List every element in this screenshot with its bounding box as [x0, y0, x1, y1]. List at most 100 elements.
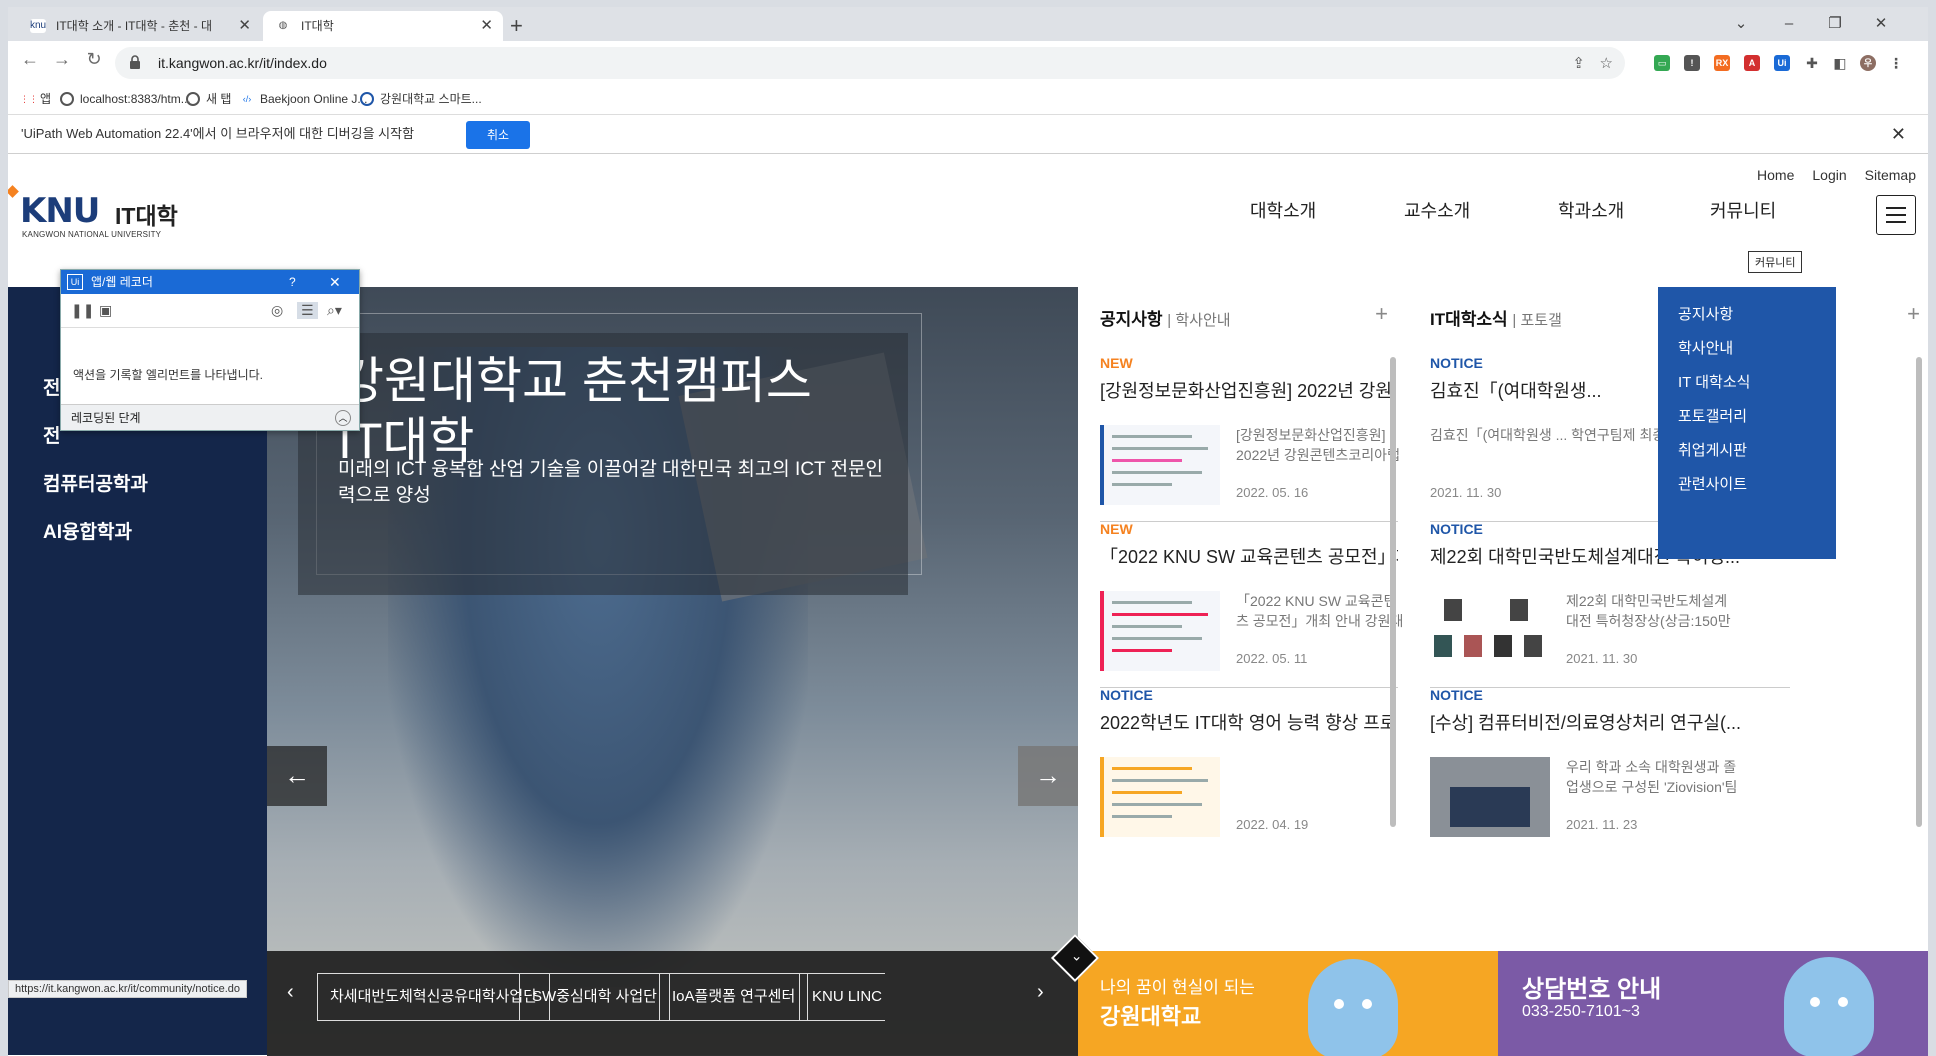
- screenshot-icon[interactable]: ⌕▾: [327, 302, 342, 319]
- tab-it-college[interactable]: ◍ IT대학 ✕: [263, 11, 503, 41]
- notice-scrollbar[interactable]: [1390, 357, 1396, 827]
- gnb-about[interactable]: 대학소개: [1250, 197, 1316, 223]
- steps-list-icon[interactable]: ☰: [297, 302, 318, 319]
- browser-window: knu IT대학 소개 - IT대학 - 춘천 - 대 ✕ ◍ IT대학 ✕ + ⌄ –…: [8, 7, 1928, 1056]
- item-title: [강원정보문화산업진흥원] 2022년 강원...: [1100, 381, 1398, 401]
- close-window-button[interactable]: ✕: [1858, 7, 1904, 41]
- side-panel-icon[interactable]: ◧: [1832, 55, 1848, 71]
- dept-item[interactable]: 전: [43, 421, 60, 448]
- hamburger-menu-icon[interactable]: [1876, 195, 1916, 235]
- dept-item-computer[interactable]: 컴퓨터공학과: [43, 469, 148, 496]
- gnb-professors[interactable]: 교수소개: [1404, 197, 1470, 223]
- close-icon[interactable]: ✕: [1891, 115, 1906, 153]
- category-badge: NOTICE: [1100, 687, 1153, 703]
- news-scrollbar[interactable]: [1916, 357, 1922, 827]
- more-plus-icon[interactable]: +: [1907, 301, 1920, 327]
- bookmark-star-icon[interactable]: ☆: [1600, 54, 1613, 72]
- tab-notice[interactable]: 공지사항: [1100, 310, 1163, 329]
- recorded-steps-header[interactable]: 레코딩된 단계 ︿: [61, 404, 359, 430]
- tab-academic[interactable]: | 학사안내: [1167, 312, 1230, 329]
- bookmarks-bar: ⋮⋮ 앱 localhost:8383/htm... 새 탭 ‹/› Baekjoo…: [8, 85, 1928, 113]
- category-badge: NEW: [1100, 355, 1133, 371]
- bookmark-kangwon[interactable]: 강원대학교 스마트...: [360, 85, 482, 113]
- code-icon: ‹/›: [242, 94, 252, 104]
- counsel-banner[interactable]: 상담번호 안내 033-250-7101~3: [1498, 951, 1928, 1056]
- gnb-departments[interactable]: 학과소개: [1558, 197, 1624, 223]
- extension-uipath-icon[interactable]: Ui: [1774, 55, 1790, 71]
- more-plus-icon[interactable]: +: [1375, 301, 1388, 327]
- bookmark-new-tab[interactable]: 새 탭: [186, 85, 231, 113]
- profile-avatar[interactable]: 우: [1860, 55, 1876, 71]
- address-bar[interactable]: it.kangwon.ac.kr/it/index.do ⇪ ☆: [115, 47, 1625, 79]
- help-button[interactable]: ?: [289, 270, 296, 294]
- collapse-icon[interactable]: ︿: [335, 410, 351, 426]
- dropdown-item-jobs[interactable]: 취업게시판: [1678, 439, 1747, 460]
- dropdown-item-news[interactable]: IT 대학소식: [1678, 371, 1750, 392]
- tab-photo[interactable]: | 포토갤: [1512, 312, 1561, 329]
- close-tab-icon[interactable]: ✕: [480, 11, 493, 41]
- bookmark-baekjoon[interactable]: ‹/› Baekjoon Online J...: [240, 85, 368, 113]
- list-item[interactable]: NOTICE 2022학년도 IT대학 영어 능력 향상 프로... 2022.…: [1100, 687, 1398, 855]
- save-icon[interactable]: ▣: [99, 302, 112, 319]
- dropdown-item-gallery[interactable]: 포토갤러리: [1678, 405, 1747, 426]
- tab-search-icon[interactable]: ⌄: [1718, 7, 1764, 41]
- reload-icon[interactable]: ↻: [80, 49, 108, 70]
- target-icon[interactable]: ◎: [271, 302, 283, 319]
- tab-it-intro[interactable]: knu IT대학 소개 - IT대학 - 춘천 - 대 ✕: [18, 11, 261, 41]
- new-tab-button[interactable]: +: [510, 11, 523, 41]
- close-tab-icon[interactable]: ✕: [238, 11, 251, 41]
- quicklink-next-icon[interactable]: ›: [1037, 981, 1044, 1004]
- uipath-icon: Ui: [67, 274, 83, 290]
- forward-icon[interactable]: →: [48, 49, 76, 70]
- share-icon[interactable]: ⇪: [1572, 54, 1585, 72]
- notice-tabs: 공지사항 | 학사안내: [1100, 305, 1231, 330]
- list-item[interactable]: NEW 「2022 KNU SW 교육콘텐츠 공모전」개... 「2022 KN…: [1100, 521, 1403, 689]
- extensions-puzzle-icon[interactable]: ✚: [1804, 55, 1820, 71]
- quicklink-sw[interactable]: SW중심대학 사업단: [519, 973, 670, 1021]
- quicklink-ioa[interactable]: IoA플랫폼 연구센터: [659, 973, 809, 1021]
- sitemap-link[interactable]: Sitemap: [1865, 167, 1916, 183]
- close-icon[interactable]: ✕: [329, 270, 341, 294]
- menu-dots-icon[interactable]: ⋮: [1888, 55, 1904, 71]
- extension-green-icon[interactable]: ▭: [1654, 55, 1670, 71]
- infobar-message: 'UiPath Web Automation 22.4'에서 이 브라우저에 대…: [21, 126, 415, 141]
- bookmark-localhost[interactable]: localhost:8383/htm...: [60, 85, 191, 113]
- login-link[interactable]: Login: [1812, 167, 1846, 183]
- site-logo[interactable]: KNU IT대학 KANGWON NATIONAL UNIVERSITY: [8, 185, 198, 245]
- quicklink-prev-icon[interactable]: ‹: [287, 981, 294, 1004]
- quicklink-linc[interactable]: KNU LINC: [799, 973, 885, 1021]
- lock-icon: [130, 55, 140, 69]
- gnb-community[interactable]: 커뮤니티: [1710, 197, 1776, 223]
- utility-links: Home Login Sitemap: [1739, 167, 1916, 183]
- bookmark-apps[interactable]: ⋮⋮ 앱: [20, 85, 51, 113]
- list-item[interactable]: NEW [강원정보문화산업진흥원] 2022년 강원... [강원정보문화산업진…: [1100, 355, 1400, 523]
- cancel-button[interactable]: 취소: [466, 121, 530, 149]
- dept-item[interactable]: 전: [43, 373, 60, 400]
- kangwon-banner[interactable]: 나의 꿈이 현실이 되는 강원대학교: [1078, 951, 1498, 1056]
- list-item[interactable]: NOTICE [수상] 컴퓨터비전/의료영상처리 연구실(... 우리 학과 소…: [1430, 687, 1790, 855]
- item-date: 2021. 11. 23: [1566, 817, 1638, 832]
- news-tabs: IT대학소식 | 포토갤: [1430, 305, 1562, 330]
- category-badge: NEW: [1100, 521, 1133, 537]
- tab-strip: knu IT대학 소개 - IT대학 - 춘천 - 대 ✕ ◍ IT대학 ✕ + ⌄ –…: [8, 7, 1928, 41]
- restore-button[interactable]: ❐: [1812, 7, 1858, 41]
- slide-prev-icon[interactable]: ←: [267, 746, 327, 806]
- url-text: it.kangwon.ac.kr/it/index.do: [158, 55, 327, 71]
- dept-item-ai[interactable]: AI융합학과: [43, 517, 132, 544]
- slide-next-icon[interactable]: →: [1018, 746, 1078, 806]
- quicklink-semiconductor[interactable]: 차세대반도체혁신공유대학사업단: [317, 973, 551, 1021]
- tab-it-news[interactable]: IT대학소식: [1430, 310, 1508, 329]
- extension-rx-icon[interactable]: RX: [1714, 55, 1730, 71]
- banner-line2: 강원대학교: [1100, 1004, 1202, 1029]
- dropdown-item-academic[interactable]: 학사안내: [1678, 337, 1733, 358]
- pause-icon[interactable]: ❚❚: [71, 302, 94, 319]
- extension-info-icon[interactable]: !: [1684, 55, 1700, 71]
- minimize-button[interactable]: –: [1766, 7, 1812, 41]
- back-icon[interactable]: ←: [16, 49, 44, 70]
- dropdown-item-links[interactable]: 관련사이트: [1678, 473, 1747, 494]
- dropdown-item-notice[interactable]: 공지사항: [1678, 303, 1733, 324]
- browser-toolbar: ← → ↻ it.kangwon.ac.kr/it/index.do ⇪ ☆ ▭…: [8, 41, 1928, 85]
- extension-pdf-icon[interactable]: A: [1744, 55, 1760, 71]
- apps-grid-icon: ⋮⋮: [20, 94, 38, 104]
- home-link[interactable]: Home: [1757, 167, 1794, 183]
